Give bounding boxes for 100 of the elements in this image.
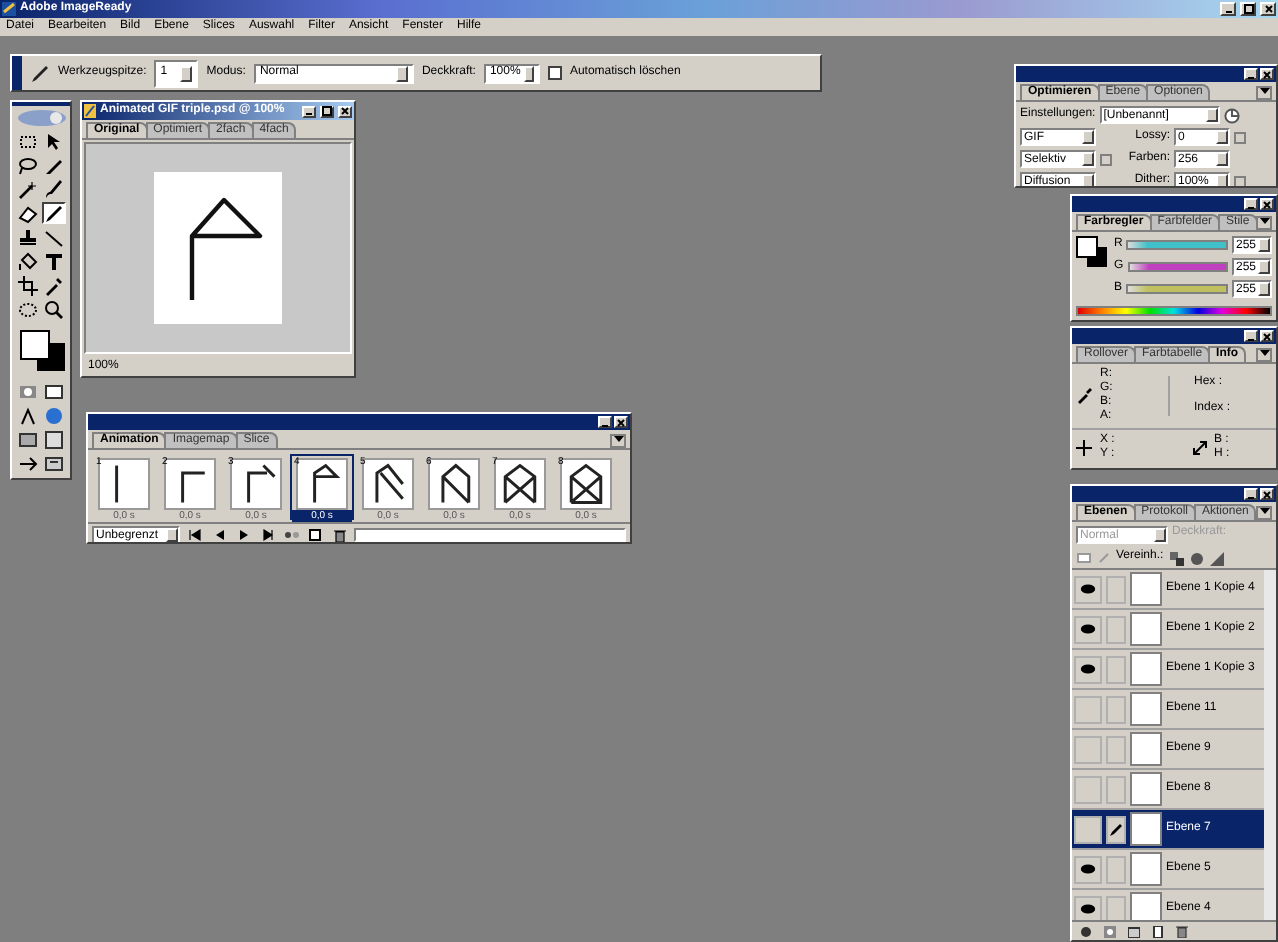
option-checkbox[interactable] (1100, 153, 1112, 165)
tool-button[interactable] (16, 298, 40, 320)
mode-button[interactable] (42, 380, 66, 402)
optimize-icon[interactable] (1223, 107, 1240, 123)
pencil-icon[interactable] (30, 63, 50, 83)
color-slider[interactable] (1127, 262, 1228, 272)
eye-icon (1080, 584, 1096, 594)
window-mode-button[interactable] (42, 428, 66, 450)
auto-erase-checkbox[interactable] (547, 66, 562, 80)
visibility-toggle[interactable] (1074, 775, 1102, 803)
play-button[interactable] (234, 527, 252, 542)
color-slider[interactable] (1126, 284, 1228, 294)
new-layer-button[interactable] (1148, 923, 1166, 939)
trash-button[interactable] (1172, 923, 1190, 939)
eyedropper-icon (1076, 388, 1092, 404)
color-swatches-drawing[interactable] (1076, 236, 1108, 268)
layer-link-toggle[interactable] (1106, 695, 1126, 723)
preview-button[interactable] (42, 452, 66, 474)
layer-link-toggle[interactable] (1106, 735, 1126, 763)
color-swatches-drawing[interactable] (17, 328, 65, 372)
panel-menu-button[interactable] (1256, 347, 1272, 361)
tool-button[interactable] (42, 226, 66, 248)
layer-link-toggle[interactable] (1106, 895, 1126, 920)
tool-button[interactable] (42, 250, 66, 272)
toolbar-grip[interactable] (12, 56, 22, 90)
unify-position-icon[interactable] (1169, 551, 1184, 565)
tool-button[interactable] (42, 202, 66, 224)
tool-button[interactable] (16, 178, 40, 200)
mask-button[interactable] (1100, 923, 1118, 939)
tool-button[interactable] (42, 274, 66, 296)
minimize-button[interactable] (1244, 488, 1258, 500)
tool-button[interactable] (16, 250, 40, 272)
close-button[interactable] (1260, 68, 1274, 80)
visibility-toggle[interactable] (1074, 735, 1102, 763)
layer-style-button[interactable] (1076, 923, 1094, 939)
tool-button[interactable] (42, 154, 66, 176)
tween-icon (283, 528, 299, 542)
layer-link-toggle[interactable] (1106, 575, 1126, 603)
close-button[interactable] (1260, 198, 1274, 210)
close-button[interactable] (614, 416, 628, 428)
new-frame-button[interactable] (306, 527, 324, 542)
scroll-bar[interactable] (354, 528, 626, 542)
option-checkbox[interactable] (1234, 131, 1246, 143)
frame-thumbnail (296, 458, 348, 510)
trash-button[interactable] (330, 527, 348, 542)
tween-button[interactable] (282, 527, 300, 542)
close-button[interactable] (1260, 330, 1274, 342)
panel-menu-button[interactable] (1256, 505, 1272, 519)
new-set-button[interactable] (1124, 923, 1142, 939)
tool-button[interactable] (42, 298, 66, 320)
color-slider[interactable] (1126, 240, 1228, 250)
visibility-toggle[interactable] (1074, 815, 1102, 843)
visibility-toggle[interactable] (1074, 615, 1102, 643)
layer-link-toggle[interactable] (1106, 655, 1126, 683)
close-button[interactable] (338, 105, 352, 117)
jump-to-icon (18, 453, 38, 473)
maximize-button[interactable] (1240, 2, 1256, 16)
next-frame-button[interactable] (258, 527, 276, 542)
option-checkbox[interactable] (1234, 175, 1246, 186)
first-frame-button[interactable] (186, 527, 204, 542)
color-spectrum[interactable] (1076, 306, 1272, 316)
visibility-toggle[interactable] (1074, 655, 1102, 683)
tool-button[interactable] (16, 202, 40, 224)
app-icon (2, 2, 16, 16)
tool-button[interactable] (16, 154, 40, 176)
layer-link-toggle[interactable] (1106, 815, 1126, 843)
layer-link-toggle[interactable] (1106, 615, 1126, 643)
unify-visibility-icon[interactable] (1189, 551, 1204, 565)
close-button[interactable] (1260, 488, 1274, 500)
frame-thumbnail (428, 458, 480, 510)
unify-style-icon[interactable] (1209, 551, 1224, 565)
minimize-button[interactable] (598, 416, 612, 428)
panel-menu-button[interactable] (610, 433, 626, 447)
visibility-toggle[interactable] (1074, 855, 1102, 883)
tool-button[interactable] (42, 178, 66, 200)
jump-to-button[interactable] (16, 452, 40, 474)
eraser-icon (18, 203, 38, 223)
panel-menu-button[interactable] (1256, 85, 1272, 99)
minimize-button[interactable] (1244, 68, 1258, 80)
maximize-button[interactable] (320, 105, 334, 117)
screen-mode-button[interactable] (16, 428, 40, 450)
minimize-button[interactable] (302, 105, 316, 117)
visibility-toggle[interactable] (1074, 895, 1102, 920)
layer-link-toggle[interactable] (1106, 855, 1126, 883)
tool-button[interactable] (16, 274, 40, 296)
layer-thumbnail (1130, 652, 1162, 686)
brush-icon (1108, 821, 1124, 837)
lock-icon[interactable] (1076, 552, 1092, 564)
layer-link-toggle[interactable] (1106, 775, 1126, 803)
minimize-button[interactable] (1244, 198, 1258, 210)
screen-mode-icon (18, 429, 38, 449)
visibility-toggle[interactable] (1074, 575, 1102, 603)
layer-thumbnail (1130, 772, 1162, 806)
arrow-icon (44, 131, 64, 151)
tool-button[interactable] (16, 130, 40, 152)
minimize-button[interactable] (1220, 2, 1236, 16)
tool-button[interactable] (16, 226, 40, 248)
minimize-button[interactable] (1244, 330, 1258, 342)
panel-menu-button[interactable] (1256, 215, 1272, 229)
visibility-toggle[interactable] (1074, 695, 1102, 723)
